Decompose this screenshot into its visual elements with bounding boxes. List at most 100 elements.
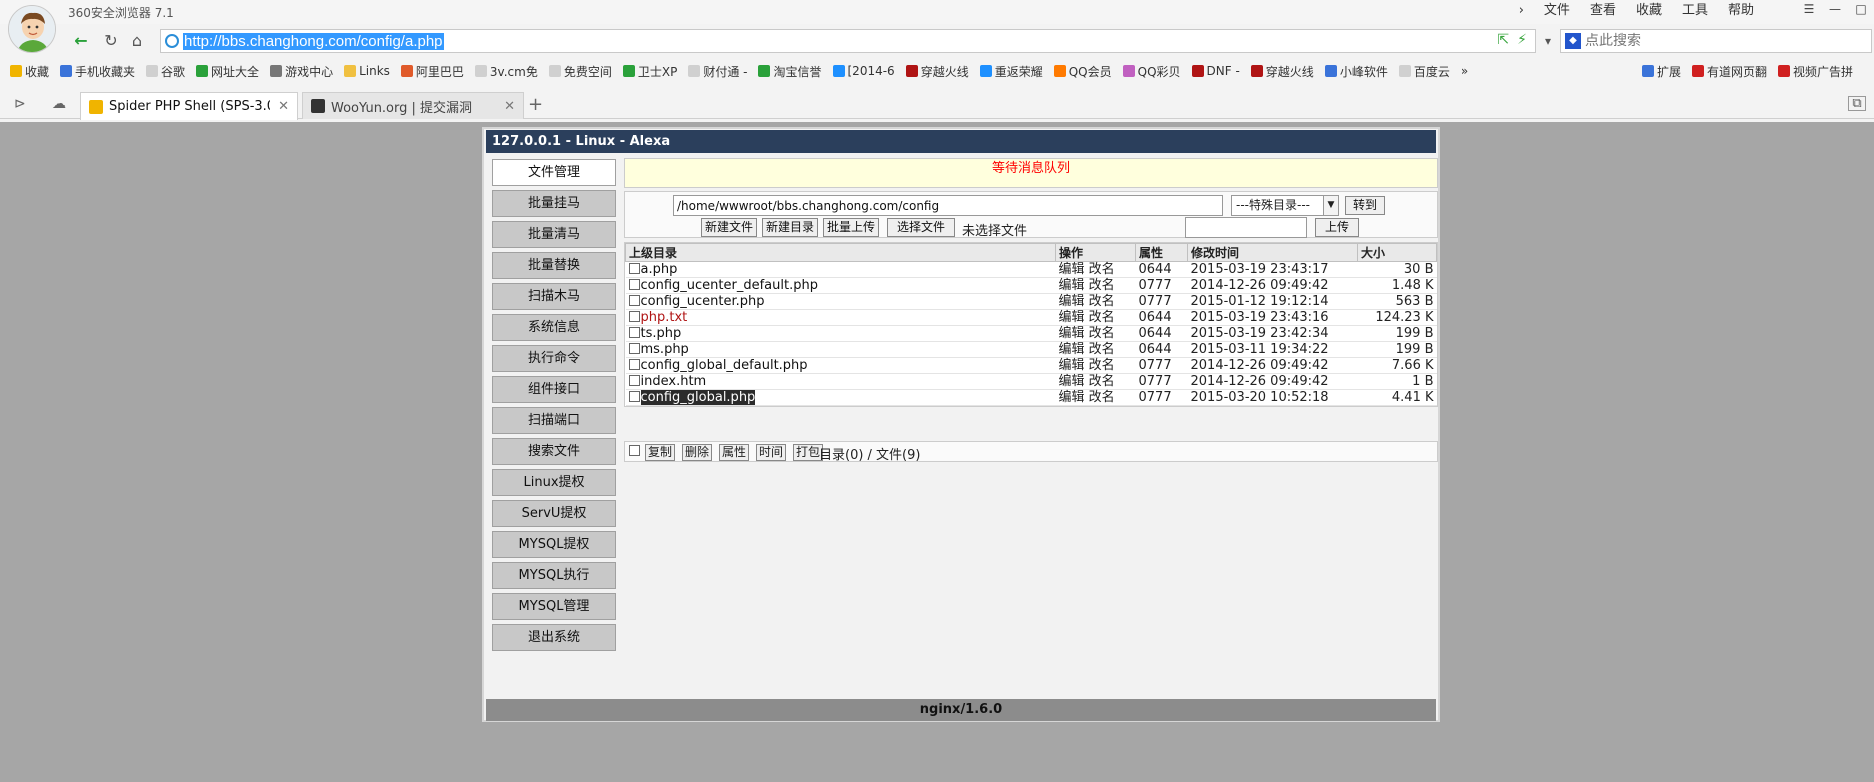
home-icon[interactable]: ⌂ (124, 29, 150, 53)
address-bar[interactable]: http://bbs.changhong.com/config/a.php ⇱ … (160, 29, 1536, 53)
bookmark-item[interactable]: 手机收藏夹 (60, 63, 135, 80)
bulk-action-button[interactable]: 时间 (756, 444, 787, 461)
reload-icon[interactable]: ↻ (98, 29, 124, 53)
window-layout-icon[interactable]: ⧉ (1848, 96, 1866, 111)
close-icon[interactable]: ✕ (504, 99, 515, 114)
maximize-button[interactable]: □ (1848, 0, 1874, 20)
file-name-link[interactable]: config_ucenter.php (641, 294, 765, 309)
tab-spider-shell[interactable]: Spider PHP Shell (SPS-3.0) ✕ (80, 92, 298, 120)
menu-help[interactable]: 帮助 (1718, 2, 1764, 20)
back-arrow-icon[interactable]: ← (68, 29, 94, 53)
shell-menu-item[interactable]: 文件管理 (492, 159, 616, 186)
mtime-link[interactable]: 2015-03-19 23:43:17 (1187, 261, 1358, 278)
new-file-button[interactable]: 新建文件 (701, 218, 757, 237)
shell-menu-item[interactable]: 系统信息 (492, 314, 616, 341)
edit-link[interactable]: 编辑 (1059, 294, 1085, 309)
path-input[interactable] (673, 195, 1223, 216)
rename-link[interactable]: 改名 (1089, 326, 1115, 341)
mtime-link[interactable]: 2015-03-19 23:43:16 (1187, 309, 1358, 326)
file-name-link[interactable]: index.htm (641, 374, 707, 389)
row-checkbox[interactable] (628, 263, 640, 274)
bulk-action-button[interactable]: 复制 (645, 444, 676, 461)
rename-link[interactable]: 改名 (1089, 390, 1115, 405)
sidebar-expand-icon[interactable]: ⊳ (14, 96, 26, 112)
goto-button[interactable]: 转到 (1345, 196, 1385, 215)
file-name-link[interactable]: config_ucenter_default.php (641, 278, 818, 293)
shell-menu-item[interactable]: 批量挂马 (492, 190, 616, 217)
choose-file-button[interactable]: 选择文件 (887, 218, 955, 237)
rename-link[interactable]: 改名 (1089, 294, 1115, 309)
user-avatar[interactable] (8, 5, 56, 53)
perm-link[interactable]: 0777 (1135, 357, 1188, 374)
row-checkbox[interactable] (628, 295, 640, 306)
shell-menu-item[interactable]: 批量替换 (492, 252, 616, 279)
edit-link[interactable]: 编辑 (1059, 358, 1085, 373)
close-icon[interactable]: ✕ (278, 99, 289, 114)
rename-link[interactable]: 改名 (1089, 278, 1115, 293)
row-checkbox[interactable] (628, 327, 640, 338)
perm-link[interactable]: 0777 (1135, 373, 1188, 390)
bookmark-item[interactable]: 重返荣耀 (979, 63, 1043, 80)
row-checkbox[interactable] (628, 343, 640, 354)
perm-link[interactable]: 0777 (1135, 293, 1188, 310)
mtime-link[interactable]: 2015-03-11 19:34:22 (1187, 341, 1358, 358)
shell-menu-item[interactable]: MYSQL管理 (492, 593, 616, 620)
new-tab-plus-icon[interactable]: + (528, 94, 543, 115)
shell-menu-item[interactable]: 扫描木马 (492, 283, 616, 310)
rename-link[interactable]: 改名 (1089, 358, 1115, 373)
shell-menu-item[interactable]: 退出系统 (492, 624, 616, 651)
shell-menu-item[interactable]: 执行命令 (492, 345, 616, 372)
shell-menu-item[interactable]: Linux提权 (492, 469, 616, 496)
skin-icon[interactable]: ☰ (1796, 0, 1822, 20)
chevron-double-right-icon[interactable]: » (1461, 64, 1468, 78)
edit-link[interactable]: 编辑 (1059, 326, 1085, 341)
mtime-link[interactable]: 2014-12-26 09:49:42 (1187, 373, 1358, 390)
mtime-link[interactable]: 2015-01-12 19:12:14 (1187, 293, 1358, 310)
shell-menu-item[interactable]: MYSQL提权 (492, 531, 616, 558)
rename-link[interactable]: 改名 (1089, 310, 1115, 325)
shell-menu-item[interactable]: MYSQL执行 (492, 562, 616, 589)
search-box[interactable]: ◆ (1560, 29, 1872, 53)
mtime-link[interactable]: 2015-03-20 10:52:18 (1187, 389, 1358, 406)
shell-menu-item[interactable]: 扫描端口 (492, 407, 616, 434)
bookmark-item[interactable]: QQ彩贝 (1122, 63, 1181, 80)
shell-menu-item[interactable]: 批量清马 (492, 221, 616, 248)
bookmark-item[interactable]: Links (344, 64, 390, 78)
tab-wooyun[interactable]: WooYun.org | 提交漏洞 ✕ (302, 92, 524, 119)
shell-menu-item[interactable]: ServU提权 (492, 500, 616, 527)
bookmark-item[interactable]: 免费空间 (548, 63, 612, 80)
select-all-checkbox[interactable] (629, 445, 640, 456)
row-checkbox[interactable] (628, 391, 640, 402)
row-checkbox[interactable] (628, 311, 640, 322)
row-checkbox[interactable] (628, 279, 640, 290)
search-engine-icon[interactable]: ◆ (1565, 33, 1581, 49)
bookmark-item[interactable]: 百度云 (1398, 63, 1450, 80)
parent-dir-link[interactable]: 上级目录 (625, 243, 1056, 262)
menu-favorites[interactable]: 收藏 (1626, 2, 1672, 20)
bulk-action-button[interactable]: 属性 (719, 444, 750, 461)
shell-menu-item[interactable]: 组件接口 (492, 376, 616, 403)
chevron-down-icon[interactable]: ▾ (1538, 29, 1558, 53)
mtime-link[interactable]: 2014-12-26 09:49:42 (1187, 277, 1358, 294)
upload-name-input[interactable] (1185, 217, 1307, 238)
edit-link[interactable]: 编辑 (1059, 390, 1085, 405)
perm-link[interactable]: 0644 (1135, 309, 1188, 326)
row-checkbox[interactable] (628, 359, 640, 370)
bookmark-item[interactable]: 游戏中心 (270, 63, 333, 80)
file-name-link[interactable]: php.txt (641, 310, 688, 325)
bookmark-item[interactable]: 阿里巴巴 (400, 63, 464, 80)
bookmark-item[interactable]: 谷歌 (146, 63, 185, 80)
new-dir-button[interactable]: 新建目录 (762, 218, 818, 237)
edit-link[interactable]: 编辑 (1059, 262, 1085, 277)
lightning-icon[interactable]: ⚡ (1517, 32, 1527, 48)
bookmark-item[interactable]: 小峰软件 (1324, 63, 1388, 80)
bookmark-item[interactable]: [2014-6 (832, 64, 895, 78)
bookmark-item[interactable]: 淘宝信誉 (758, 63, 822, 80)
file-name-link[interactable]: config_global.php (640, 390, 756, 405)
edit-link[interactable]: 编辑 (1059, 374, 1085, 389)
file-name-link[interactable]: a.php (641, 262, 678, 277)
special-dir-select[interactable]: ---特殊目录--- ▼ (1231, 195, 1339, 216)
bookmark-item[interactable]: 3v.cm免 (474, 63, 538, 80)
rename-link[interactable]: 改名 (1089, 262, 1115, 277)
upload-button[interactable]: 上传 (1315, 218, 1359, 237)
